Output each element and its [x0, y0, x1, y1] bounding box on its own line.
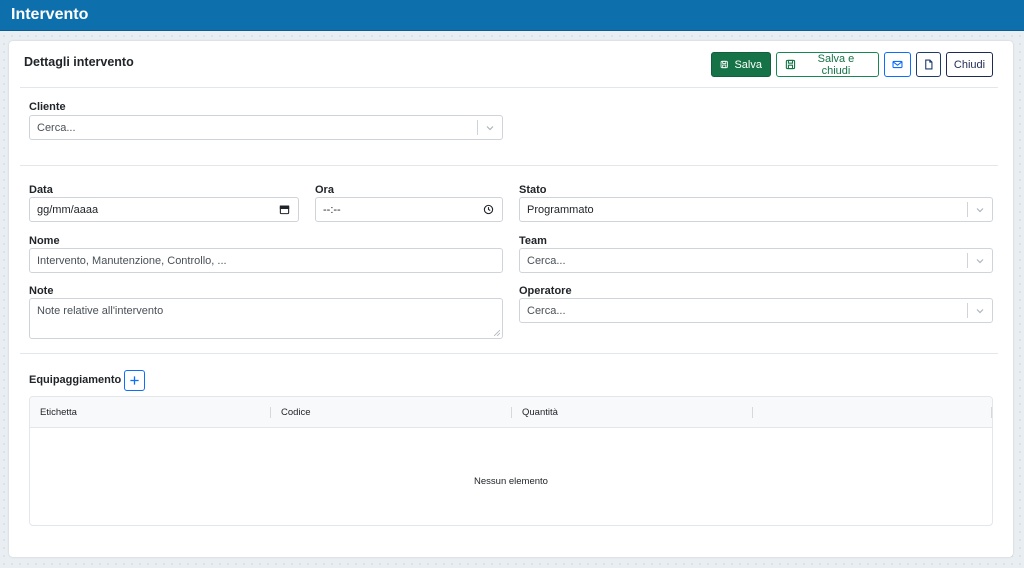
details-card: Dettagli intervento Salva Salva e chiudi [9, 41, 1013, 557]
column-header-quantita[interactable]: Quantità [522, 407, 558, 418]
nome-label: Nome [29, 235, 60, 247]
nome-input[interactable]: Intervento, Manutenzione, Controllo, ... [29, 248, 503, 273]
data-label: Data [29, 184, 53, 196]
email-button[interactable] [884, 52, 911, 77]
cliente-placeholder: Cerca... [37, 121, 76, 134]
document-icon [925, 59, 933, 70]
time-input[interactable]: --:-- [315, 197, 503, 222]
note-label: Note [29, 285, 54, 297]
select-separator [477, 120, 478, 135]
calendar-icon [279, 205, 290, 215]
equipment-title: Equipaggiamento [29, 374, 122, 386]
chevron-down-icon [976, 308, 984, 313]
team-select[interactable]: Cerca... [519, 248, 993, 273]
date-value: gg/mm/aaaa [37, 203, 99, 216]
empty-table-message: Nessun elemento [474, 476, 548, 487]
resize-handle-icon[interactable] [494, 330, 500, 336]
equipment-table: Etichetta Codice Quantità Nessun element… [29, 396, 993, 526]
floppy-disk-icon [785, 59, 796, 70]
time-value: --:-- [323, 203, 341, 216]
save-and-close-button[interactable]: Salva e chiudi [776, 52, 879, 77]
date-input[interactable]: gg/mm/aaaa [29, 197, 299, 222]
column-header-codice[interactable]: Codice [281, 407, 311, 418]
stato-select[interactable]: Programmato [519, 197, 993, 222]
nome-placeholder: Intervento, Manutenzione, Controllo, ... [37, 254, 227, 267]
column-separator[interactable] [991, 407, 992, 418]
plus-icon [130, 376, 139, 385]
table-header: Etichetta Codice Quantità [30, 397, 992, 428]
toolbar: Salva Salva e chiudi Chiudi [711, 52, 993, 77]
chevron-down-icon [976, 207, 984, 212]
close-button[interactable]: Chiudi [946, 52, 993, 77]
save-and-close-label: Salva e chiudi [817, 52, 855, 77]
card-title: Dettagli intervento [24, 55, 134, 69]
column-header-etichetta[interactable]: Etichetta [40, 407, 77, 418]
stato-value: Programmato [527, 203, 594, 216]
clock-icon [483, 204, 494, 215]
add-equipment-button[interactable] [124, 370, 145, 391]
team-label: Team [519, 235, 547, 247]
cliente-label: Cliente [29, 101, 66, 113]
document-button[interactable] [916, 52, 941, 77]
cliente-select[interactable]: Cerca... [29, 115, 503, 140]
select-separator [967, 303, 968, 318]
floppy-disk-icon [720, 60, 728, 69]
chevron-down-icon [486, 125, 494, 130]
divider [20, 87, 998, 88]
operatore-label: Operatore [519, 285, 572, 297]
column-separator[interactable] [511, 407, 512, 418]
divider [20, 353, 998, 354]
team-placeholder: Cerca... [527, 254, 566, 267]
note-textarea[interactable]: Note relative all'intervento [29, 298, 503, 339]
select-separator [967, 202, 968, 217]
envelope-icon [892, 60, 903, 69]
note-placeholder: Note relative all'intervento [37, 305, 164, 317]
divider [20, 165, 998, 166]
operatore-select[interactable]: Cerca... [519, 298, 993, 323]
save-button-label: Salva [734, 58, 762, 71]
page-title: Intervento [11, 6, 89, 23]
select-separator [967, 253, 968, 268]
ora-label: Ora [315, 184, 334, 196]
app-header: Intervento [0, 0, 1024, 31]
stato-label: Stato [519, 184, 547, 196]
column-separator[interactable] [270, 407, 271, 418]
operatore-placeholder: Cerca... [527, 304, 566, 317]
save-button[interactable]: Salva [711, 52, 771, 77]
chevron-down-icon [976, 258, 984, 263]
column-separator[interactable] [752, 407, 753, 418]
